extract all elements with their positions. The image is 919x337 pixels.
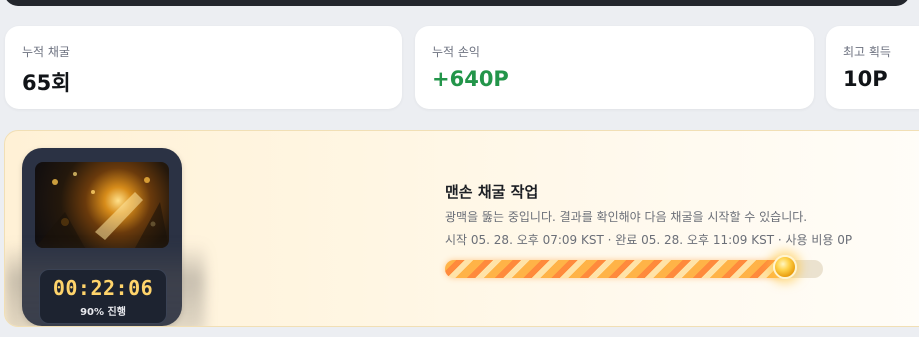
timer-value: 00:22:06 <box>52 276 154 300</box>
mining-job-title: 맨손 채굴 작업 <box>445 183 539 201</box>
mining-progress-fill <box>445 260 786 278</box>
gold-ore-cave-image <box>35 162 169 248</box>
stat-value: 65회 <box>22 71 71 95</box>
stat-label: 최고 획득 <box>843 45 891 59</box>
top-bar <box>4 0 910 6</box>
stat-card-total-profit: 누적 손익 +640P <box>415 26 814 109</box>
mining-job-meta: 시작 05. 28. 오후 07:09 KST · 완료 05. 28. 오후 … <box>445 233 853 247</box>
stat-value: 10P <box>843 67 888 91</box>
mining-job-description: 광맥을 뚫는 중입니다. 결과를 확인해야 다음 채굴을 시작할 수 있습니다. <box>445 210 808 224</box>
mining-job-card: 00:22:06 90% 진행 맨손 채굴 작업 광맥을 뚫는 중입니다. 결과… <box>4 130 919 327</box>
stat-value: +640P <box>432 67 509 91</box>
mining-progress-bar <box>445 255 823 279</box>
stat-card-best-gain: 최고 획득 10P <box>826 26 919 109</box>
progress-knob-icon <box>773 255 798 279</box>
timer-progress-text: 90% 진행 <box>80 307 126 318</box>
stat-label: 누적 채굴 <box>22 45 70 59</box>
timer-badge: 00:22:06 90% 진행 <box>39 269 167 324</box>
stat-label: 누적 손익 <box>432 45 480 59</box>
stat-card-total-mining: 누적 채굴 65회 <box>5 26 402 109</box>
